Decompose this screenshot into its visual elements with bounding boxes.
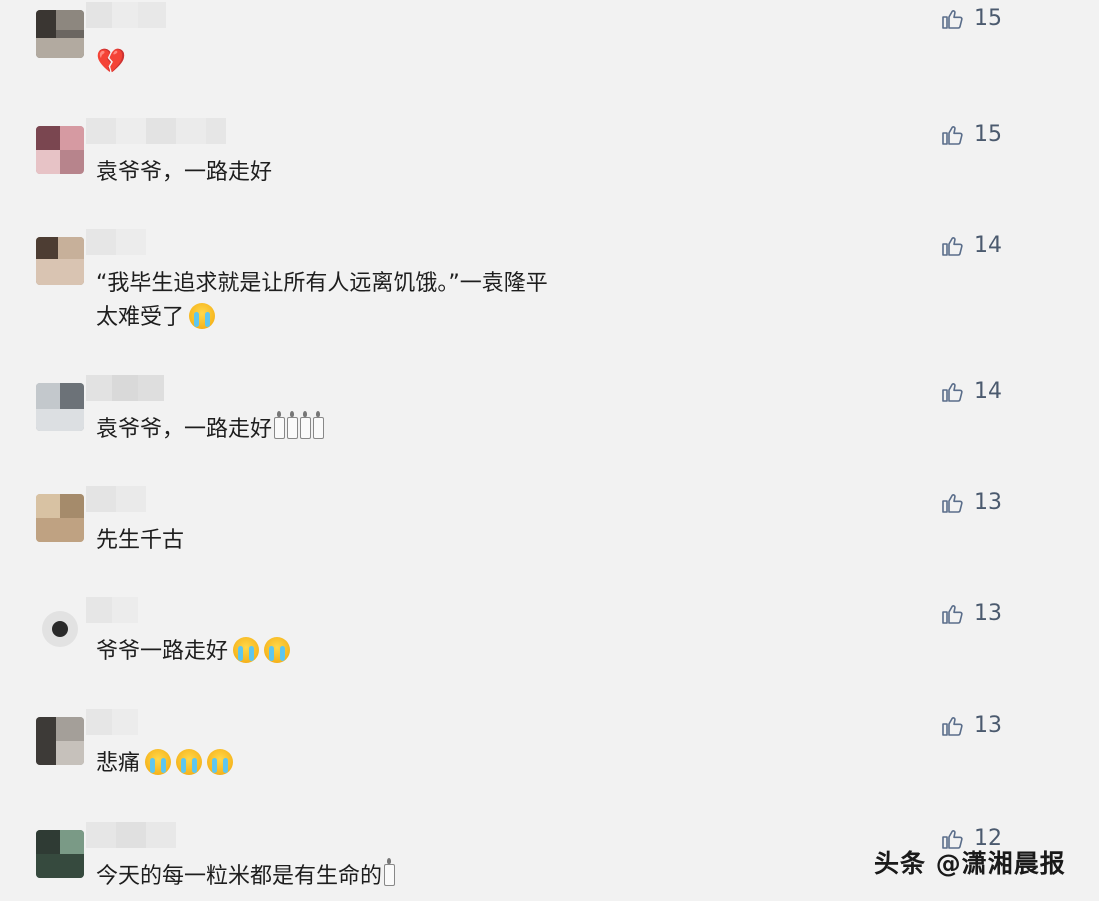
- like-count: 15: [974, 6, 1002, 31]
- comment-text: 爷爷一路走好: [96, 635, 291, 669]
- thumbs-up-icon: [942, 236, 963, 256]
- candle-emoji: [384, 858, 396, 886]
- comment-text: 袁爷爷，一路走好: [96, 411, 325, 447]
- source-watermark: 头条 @潇湘晨报: [874, 849, 1066, 878]
- candle-emoji: [287, 411, 299, 439]
- like-button[interactable]: 13: [940, 601, 1002, 626]
- like-count: 13: [974, 601, 1002, 626]
- thumbs-up-icon: [942, 125, 963, 145]
- username-blurred[interactable]: [86, 709, 138, 735]
- comment-text: 💔: [96, 44, 126, 80]
- crying-face-emoji: [264, 637, 291, 663]
- like-count: 14: [974, 233, 1002, 258]
- like-button[interactable]: 15: [940, 6, 1002, 31]
- comment-text: 先生千古: [96, 528, 185, 553]
- like-count: 15: [974, 122, 1002, 147]
- avatar[interactable]: [36, 605, 84, 653]
- thumbs-up-icon: [942, 716, 963, 736]
- username-blurred[interactable]: [86, 118, 226, 144]
- like-button[interactable]: 14: [940, 379, 1002, 404]
- like-button[interactable]: 13: [940, 490, 1002, 515]
- username-blurred[interactable]: [86, 375, 164, 401]
- username-blurred[interactable]: [86, 229, 146, 255]
- avatar[interactable]: [36, 10, 84, 58]
- username-blurred[interactable]: [86, 2, 166, 28]
- like-count: 13: [974, 713, 1002, 738]
- avatar[interactable]: [36, 494, 84, 542]
- candle-emoji: [274, 411, 286, 439]
- avatar[interactable]: [36, 717, 84, 765]
- crying-face-emoji: [207, 749, 234, 775]
- thumbs-up-icon: [942, 382, 963, 402]
- candle-emoji: [313, 411, 325, 439]
- crying-face-emoji: [233, 637, 260, 663]
- crying-face-emoji: [145, 749, 172, 775]
- comment-text: 悲痛: [96, 747, 234, 781]
- avatar[interactable]: [36, 383, 84, 431]
- crying-face-emoji: [176, 749, 203, 775]
- avatar[interactable]: [36, 126, 84, 174]
- like-count: 14: [974, 379, 1002, 404]
- like-button[interactable]: 13: [940, 713, 1002, 738]
- candle-emoji: [300, 411, 312, 439]
- like-button[interactable]: 14: [940, 233, 1002, 258]
- avatar[interactable]: [36, 237, 84, 285]
- thumbs-up-icon: [942, 9, 963, 29]
- avatar[interactable]: [36, 830, 84, 878]
- comment-text-line2: 太难受了: [96, 301, 216, 335]
- crying-face-emoji: [189, 303, 216, 329]
- username-blurred[interactable]: [86, 822, 176, 848]
- thumbs-up-icon: [942, 604, 963, 624]
- comment-text: 袁爷爷，一路走好: [96, 160, 273, 185]
- username-blurred[interactable]: [86, 597, 138, 623]
- like-button[interactable]: 15: [940, 122, 1002, 147]
- username-blurred[interactable]: [86, 486, 146, 512]
- like-count: 13: [974, 490, 1002, 515]
- thumbs-up-icon: [942, 493, 963, 513]
- comment-text: 今天的每一粒米都是有生命的: [96, 858, 396, 894]
- broken-heart-emoji: 💔: [96, 47, 126, 75]
- comment-text: “我毕生追求就是让所有人远离饥饿。”一袁隆平: [96, 271, 548, 296]
